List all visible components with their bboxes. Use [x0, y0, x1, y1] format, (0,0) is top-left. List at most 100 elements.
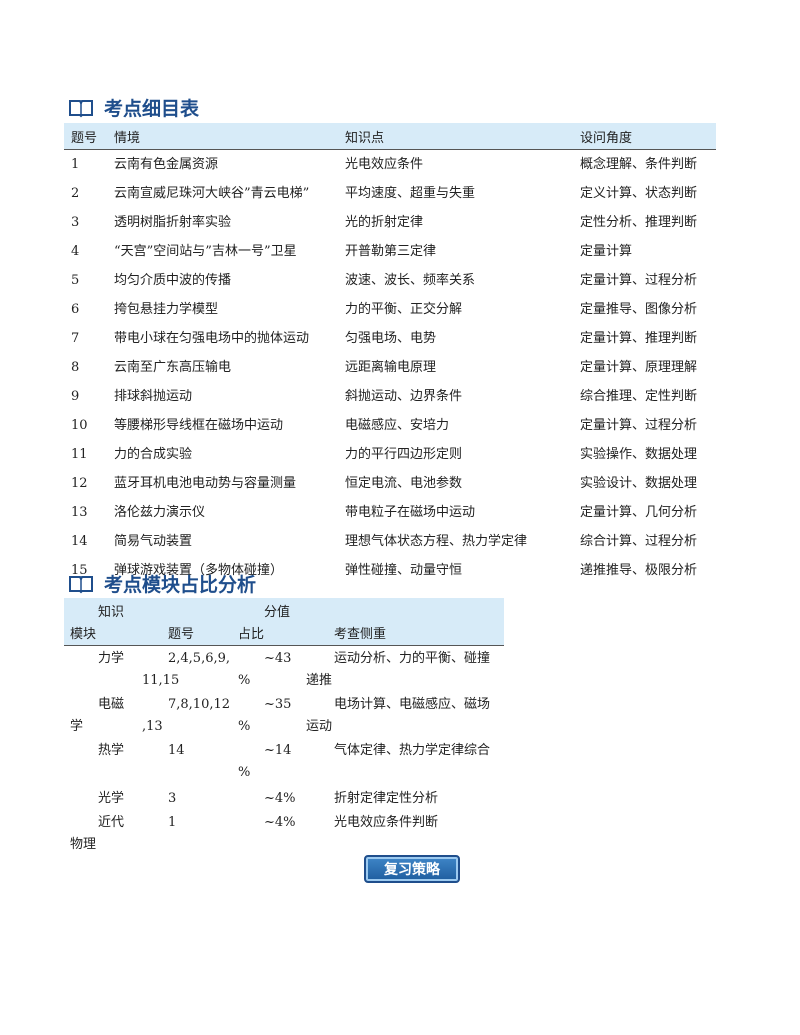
table-header-row: 题号 情境 知识点 设问角度	[64, 123, 716, 150]
table-row: 力学 2,4,5,6,9, 11,15 ~43 % 运动分析、力的平衡、碰撞 递…	[64, 646, 504, 692]
table-cell: 8	[71, 360, 80, 375]
table-cell: 电磁	[98, 697, 125, 712]
table-row: 14 简易气动装置 理想气体状态方程、热力学定律 综合计算、过程分析	[64, 527, 716, 556]
table-cell: 平均速度、超重与失重	[345, 186, 476, 201]
table-cell: 力的合成实验	[114, 447, 193, 462]
table-row: 13 洛伦兹力演示仪 带电粒子在磁场中运动 定量计算、几何分析	[64, 498, 716, 527]
table-cell: 光学	[98, 791, 125, 806]
table-cell: 光电效应条件	[345, 157, 424, 172]
table-row: 光学 3 ~4% 折射定律定性分析	[64, 786, 504, 810]
module-ratio-table: 知识 模块 题号 分值 占比 考查侧重 力学 2,4,5,6,9, 11,15 …	[64, 598, 504, 856]
table-cell: 光的折射定律	[345, 215, 424, 230]
table-cell: 力的平衡、正交分解	[345, 302, 463, 317]
table-cell: 排球斜抛运动	[114, 389, 193, 404]
table-cell: 2,4,5,6,9,	[168, 651, 231, 666]
table-cell: 蓝牙耳机电池电动势与容量测量	[114, 476, 297, 491]
table-cell: 挎包悬挂力学模型	[114, 302, 219, 317]
table-cell: 简易气动装置	[114, 534, 193, 549]
table-cell: 理想气体状态方程、热力学定律	[345, 534, 528, 549]
table-row: 电磁 学 7,8,10,12 ,13 ~35 % 电场计算、电磁感应、磁场 运动	[64, 692, 504, 738]
table-cell: 学	[70, 719, 84, 734]
table-cell: 7	[71, 331, 80, 346]
column-header: 考查侧重	[334, 627, 387, 642]
table-cell: 热学	[98, 743, 125, 758]
table-cell: 气体定律、热力学定律综合	[334, 743, 491, 758]
column-header: 知识	[98, 605, 125, 620]
table-cell: 递推推导、极限分析	[580, 563, 698, 578]
table-cell: 6	[71, 302, 80, 317]
table-cell: 洛伦兹力演示仪	[114, 505, 206, 520]
section-title-detail: 考点细目表	[68, 94, 199, 121]
table-cell: 近代	[98, 815, 125, 830]
table-cell: 12	[71, 476, 88, 491]
table-row: 近代 物理 1 ~4% 光电效应条件判断	[64, 810, 504, 856]
table-cell: 弹性碰撞、动量守恒	[345, 563, 463, 578]
table-cell: 13	[71, 505, 88, 520]
table-cell: 云南宣威尼珠河大峡谷”青云电梯”	[114, 186, 310, 201]
table-row: 10 等腰梯形导线框在磁场中运动 电磁感应、安培力 定量计算、过程分析	[64, 411, 716, 440]
column-header: 占比	[238, 627, 265, 642]
section-title-text: 考点模块占比分析	[104, 574, 257, 596]
table-cell: 定量计算、推理判断	[580, 331, 698, 346]
table-cell: 匀强电场、电势	[345, 331, 437, 346]
table-row: 热学 14 ~14 % 气体定律、热力学定律综合	[64, 738, 504, 784]
table-cell: 电磁感应、安培力	[345, 418, 450, 433]
table-cell: 递推	[306, 673, 333, 688]
table-cell: 3	[168, 791, 177, 806]
table-cell: 恒定电流、电池参数	[345, 476, 463, 491]
table-row: 7 带电小球在匀强电场中的抛体运动 匀强电场、电势 定量计算、推理判断	[64, 324, 716, 353]
table-cell: %	[238, 673, 251, 688]
table-cell: 波速、波长、频率关系	[345, 273, 476, 288]
table-cell: 带电粒子在磁场中运动	[345, 505, 476, 520]
table-cell: 定量计算、过程分析	[580, 418, 698, 433]
table-cell: 折射定律定性分析	[334, 791, 439, 806]
table-row: 12 蓝牙耳机电池电动势与容量测量 恒定电流、电池参数 实验设计、数据处理	[64, 469, 716, 498]
table-cell: 力学	[98, 651, 125, 666]
column-header: 题号	[168, 627, 195, 642]
table-cell: 2	[71, 186, 80, 201]
table-cell: 云南有色金属资源	[114, 157, 219, 172]
table-cell: 带电小球在匀强电场中的抛体运动	[114, 331, 310, 346]
table-cell: %	[238, 765, 251, 780]
table-cell: ,13	[142, 719, 163, 734]
table-cell: 定性分析、推理判断	[580, 215, 698, 230]
table-row: 11 力的合成实验 力的平行四边形定则 实验操作、数据处理	[64, 440, 716, 469]
table-cell: ~35	[264, 697, 292, 712]
section-title-text: 考点细目表	[104, 98, 200, 120]
table-cell: “天宫”空间站与”吉林一号”卫星	[114, 244, 297, 259]
table-cell: 远距离输电原理	[345, 360, 437, 375]
table-cell: 定量计算、过程分析	[580, 273, 698, 288]
column-header: 分值	[264, 605, 291, 620]
table-row: 2 云南宣威尼珠河大峡谷”青云电梯” 平均速度、超重与失重 定义计算、状态判断	[64, 179, 716, 208]
table-cell: ~14	[264, 743, 292, 758]
column-header: 设问角度	[573, 123, 716, 150]
table-cell: 定量推导、图像分析	[580, 302, 698, 317]
column-header: 模块	[70, 627, 97, 642]
table-row: 5 均匀介质中波的传播 波速、波长、频率关系 定量计算、过程分析	[64, 266, 716, 295]
table-cell: 斜抛运动、边界条件	[345, 389, 463, 404]
table-cell: 概念理解、条件判断	[580, 157, 698, 172]
review-strategy-button[interactable]: 复习策略	[364, 855, 460, 883]
exam-detail-table: 题号 情境 知识点 设问角度 1 云南有色金属资源 光电效应条件 概念理解、条件判断 …	[64, 123, 716, 585]
table-cell: 定义计算、状态判断	[580, 186, 698, 201]
table-cell: 7,8,10,12	[168, 697, 231, 712]
table-cell: 综合推理、定性判断	[580, 389, 698, 404]
table-row: 1 云南有色金属资源 光电效应条件 概念理解、条件判断	[64, 150, 716, 180]
table-cell: 1	[71, 157, 80, 172]
table-cell: 综合计算、过程分析	[580, 534, 698, 549]
section-title-module: 考点模块占比分析	[68, 570, 256, 597]
table-cell: 10	[71, 418, 88, 433]
table-cell: 11,15	[142, 673, 180, 688]
table-cell: ~43	[264, 651, 292, 666]
column-header: 题号	[64, 123, 107, 150]
table-cell: 实验操作、数据处理	[580, 447, 698, 462]
table-cell: 物理	[70, 837, 97, 852]
table-cell: 5	[71, 273, 80, 288]
table-row: 3 透明树脂折射率实验 光的折射定律 定性分析、推理判断	[64, 208, 716, 237]
table-cell: ~4%	[264, 791, 296, 806]
table-cell: 定量计算、几何分析	[580, 505, 698, 520]
table-cell: ~4%	[264, 815, 296, 830]
table-cell: 9	[71, 389, 80, 404]
table-cell: 14	[71, 534, 88, 549]
table-cell: 14	[168, 743, 185, 758]
